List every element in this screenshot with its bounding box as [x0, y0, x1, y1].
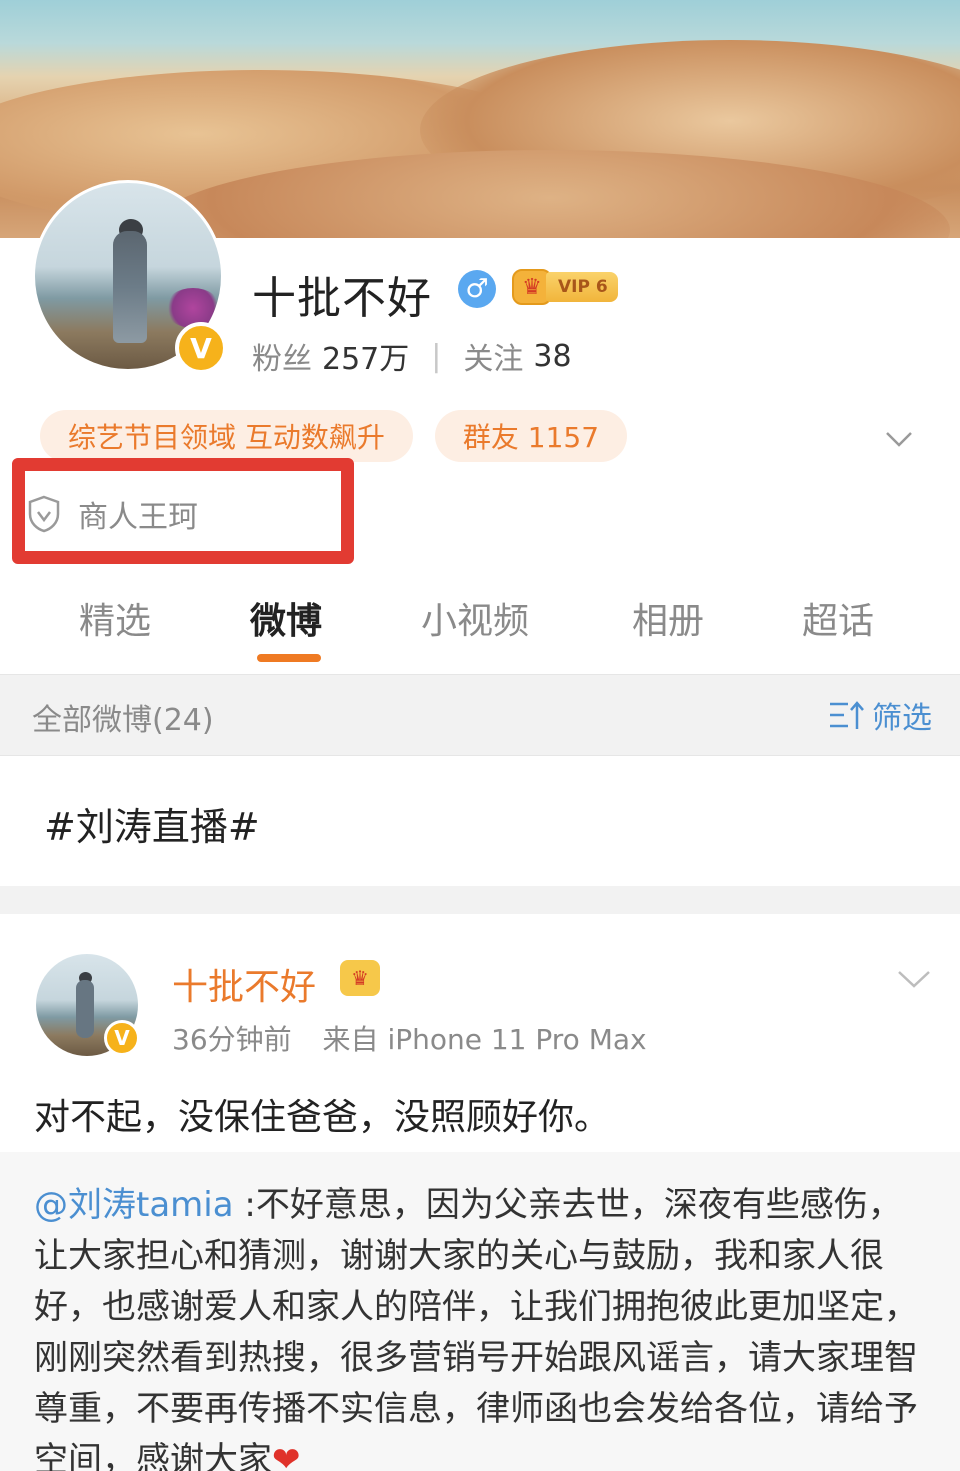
filter-bar: 全部微博(24) 筛选 — [0, 674, 960, 756]
topic-text: #刘涛直播# — [44, 805, 260, 849]
post-meta: 36分钟前 来自 iPhone 11 Pro Max — [172, 1018, 647, 1058]
repost-text-block: @刘涛tamia :不好意思，因为父亲去世，深夜有些感伤，让大家担心和猜测，谢谢… — [34, 1180, 934, 1471]
heart-emoji-icon: ❤ — [272, 1440, 301, 1471]
following-count[interactable]: 38 — [533, 339, 571, 374]
tag-trending-field[interactable]: 综艺节目领域 互动数飙升 — [40, 410, 413, 462]
vip-badge[interactable]: ♛ VIP 6 — [512, 268, 618, 306]
profile-name: 十批不好 — [252, 273, 432, 324]
avatar-person-body — [113, 231, 147, 343]
repost-mention-link[interactable]: @刘涛tamia — [34, 1185, 234, 1225]
highlight-box — [12, 458, 354, 564]
profile-stats: 粉丝 257万 | 关注 38 — [252, 334, 572, 378]
repost-text: :不好意思，因为父亲去世，深夜有些感伤，让大家担心和猜测，谢谢大家的关心与鼓励，… — [34, 1185, 918, 1471]
tab-featured[interactable]: 精选 — [79, 592, 151, 644]
stats-divider: | — [431, 338, 442, 374]
vip-level: VIP 6 — [546, 272, 618, 302]
vip-crown-icon: ♛ — [340, 960, 380, 996]
active-tab-indicator — [257, 654, 321, 662]
tab-weibo[interactable]: 微博 — [250, 592, 322, 644]
profile-tags: 综艺节目领域 互动数飙升 群友 1157 — [40, 410, 628, 462]
chevron-down-icon[interactable] — [896, 964, 932, 994]
profile-tabs: 精选 微博 小视频 相册 超话 — [0, 578, 960, 674]
tab-supertopic[interactable]: 超话 — [802, 592, 874, 644]
pinned-topic[interactable]: #刘涛直播# — [0, 756, 960, 886]
tag-group-friends[interactable]: 群友 1157 — [434, 410, 628, 462]
section-divider — [0, 886, 960, 914]
tab-short-videos[interactable]: 小视频 — [421, 592, 529, 644]
avatar-person-body — [76, 980, 94, 1038]
verified-badge-icon: V — [175, 322, 227, 374]
all-posts-count: 全部微博(24) — [32, 703, 214, 738]
fans-count[interactable]: 257万 — [322, 334, 409, 378]
following-label: 关注 — [463, 342, 524, 377]
post-text: 对不起，没保住爸爸，没照顾好你。 — [34, 1097, 611, 1138]
filter-label: 筛选 — [872, 701, 932, 736]
post-time: 36分钟前 — [172, 1023, 292, 1056]
fans-label: 粉丝 — [252, 342, 312, 377]
tab-album[interactable]: 相册 — [632, 592, 704, 644]
filter-button[interactable]: 筛选 — [828, 693, 932, 737]
post-author-name[interactable]: 十批不好 — [172, 958, 316, 1010]
filter-sort-icon — [830, 701, 864, 729]
reposted-content[interactable]: @刘涛tamia :不好意思，因为父亲去世，深夜有些感伤，让大家担心和猜测，谢谢… — [0, 1152, 960, 1471]
male-icon: ♂ — [458, 270, 496, 308]
post-card[interactable]: V 十批不好 ♛ 36分钟前 来自 iPhone 11 Pro Max 对不起，… — [0, 914, 960, 1471]
post-source: 来自 iPhone 11 Pro Max — [322, 1023, 647, 1056]
chevron-down-icon[interactable] — [884, 424, 914, 454]
verified-badge-icon: V — [104, 1020, 140, 1056]
